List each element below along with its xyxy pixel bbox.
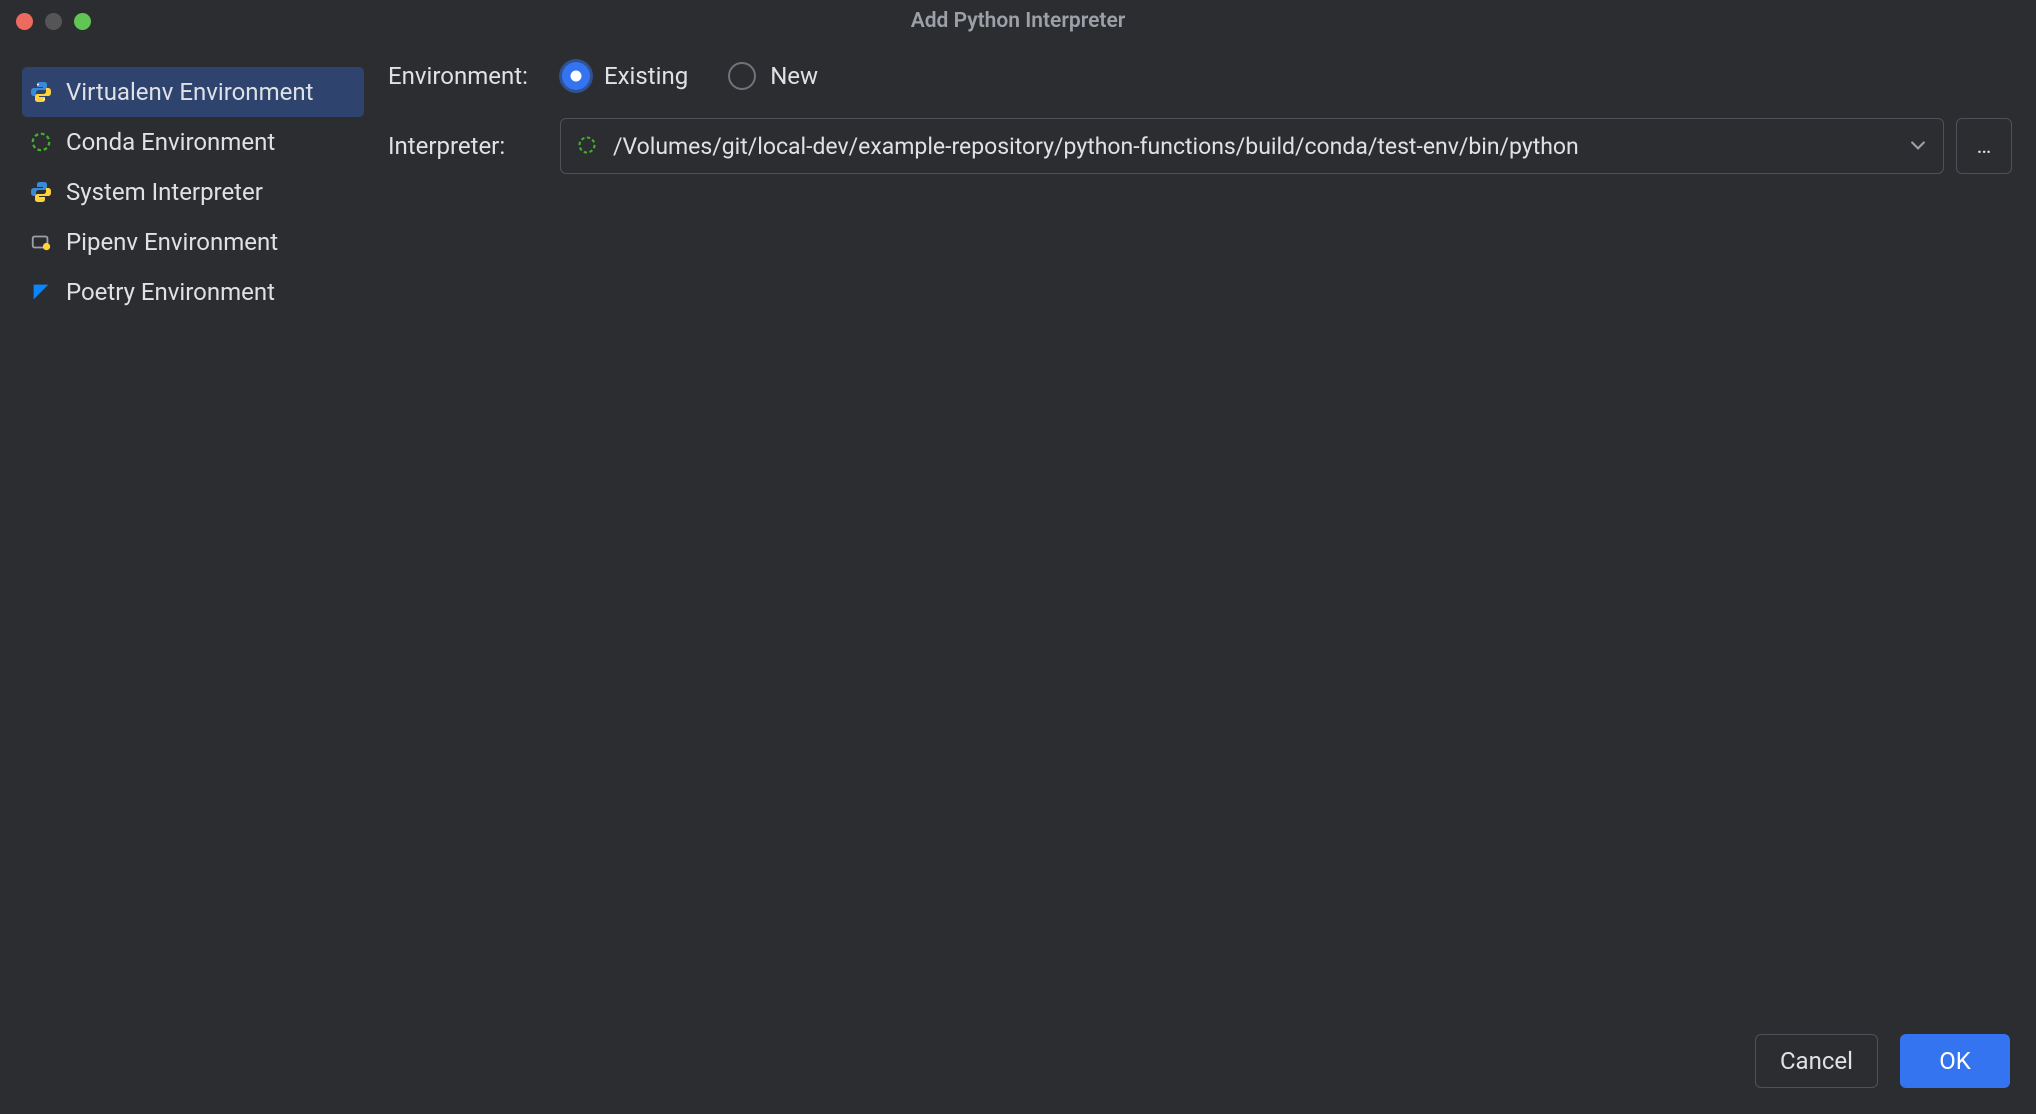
- close-window-icon[interactable]: [16, 13, 33, 30]
- pipenv-icon: [28, 229, 54, 255]
- browse-button[interactable]: …: [1956, 118, 2012, 174]
- interpreter-type-sidebar: Virtualenv Environment Conda Environment…: [0, 62, 380, 1016]
- environment-label: Environment:: [388, 62, 546, 90]
- environment-row: Environment: Existing New: [388, 62, 2012, 90]
- chevron-down-icon: [1909, 137, 1927, 155]
- interpreter-label: Interpreter:: [388, 132, 546, 160]
- sidebar-item-label: Pipenv Environment: [66, 228, 278, 256]
- python-venv-icon: [28, 79, 54, 105]
- minimize-window-icon[interactable]: [45, 13, 62, 30]
- cancel-button[interactable]: Cancel: [1755, 1034, 1878, 1088]
- interpreter-path-value: /Volumes/git/local-dev/example-repositor…: [613, 133, 1895, 160]
- conda-icon: [577, 135, 599, 157]
- sidebar-item-virtualenv[interactable]: Virtualenv Environment: [22, 67, 364, 117]
- interpreter-config-pane: Environment: Existing New Interpreter:: [380, 62, 2036, 1016]
- radio-dot-icon: [728, 62, 756, 90]
- poetry-icon: [28, 279, 54, 305]
- window-controls: [16, 13, 91, 30]
- radio-new[interactable]: New: [728, 62, 818, 90]
- dialog-footer: Cancel OK: [0, 1016, 2036, 1114]
- interpreter-row: Interpreter: /Volumes/git/local-dev/exam…: [388, 118, 2012, 174]
- sidebar-item-label: System Interpreter: [66, 178, 263, 206]
- sidebar-item-label: Virtualenv Environment: [66, 78, 313, 106]
- radio-dot-icon: [562, 62, 590, 90]
- sidebar-item-system[interactable]: System Interpreter: [22, 167, 364, 217]
- interpreter-path-select[interactable]: /Volumes/git/local-dev/example-repositor…: [560, 118, 1944, 174]
- environment-radio-group: Existing New: [546, 62, 818, 90]
- conda-icon: [28, 129, 54, 155]
- radio-existing-label: Existing: [604, 62, 688, 90]
- sidebar-item-poetry[interactable]: Poetry Environment: [22, 267, 364, 317]
- sidebar-item-label: Poetry Environment: [66, 278, 275, 306]
- ok-button-label: OK: [1939, 1047, 1971, 1075]
- sidebar-item-conda[interactable]: Conda Environment: [22, 117, 364, 167]
- ok-button[interactable]: OK: [1900, 1034, 2010, 1088]
- zoom-window-icon[interactable]: [74, 13, 91, 30]
- python-icon: [28, 179, 54, 205]
- sidebar-item-label: Conda Environment: [66, 128, 275, 156]
- title-bar: Add Python Interpreter: [0, 0, 2036, 42]
- cancel-button-label: Cancel: [1780, 1047, 1853, 1075]
- window-title: Add Python Interpreter: [911, 9, 1126, 33]
- sidebar-item-pipenv[interactable]: Pipenv Environment: [22, 217, 364, 267]
- radio-existing[interactable]: Existing: [562, 62, 688, 90]
- radio-new-label: New: [770, 62, 818, 90]
- ellipsis-icon: …: [1977, 134, 1992, 159]
